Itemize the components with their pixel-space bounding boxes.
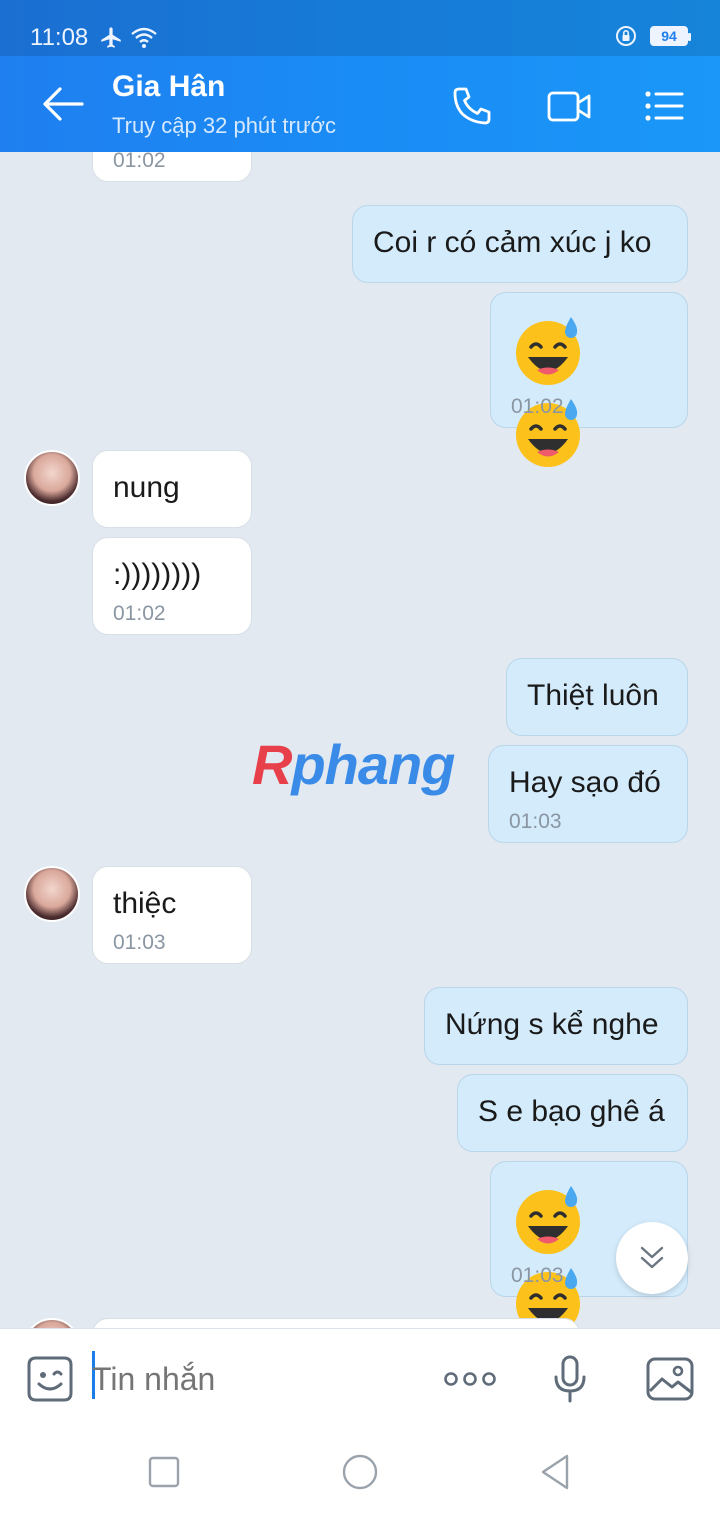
sweat-smile-emoji-icon	[516, 317, 580, 385]
avatar[interactable]	[24, 866, 80, 922]
message-text: Nứng s kể nghe	[445, 1008, 659, 1041]
microphone-icon[interactable]	[544, 1353, 596, 1405]
scroll-to-bottom-button[interactable]	[616, 1222, 688, 1294]
watermark-logo: Rphang	[252, 732, 455, 797]
message-bubble-outgoing[interactable]: S e bạo ghê á	[457, 1074, 688, 1152]
status-right: 94	[614, 24, 691, 48]
message-text: Coi r có cảm xúc j ko	[373, 226, 652, 259]
message-input-bar	[0, 1328, 720, 1428]
video-camera-icon[interactable]	[546, 84, 592, 128]
watermark-rest: phang	[291, 733, 455, 796]
message-time: 01:03	[113, 931, 166, 954]
status-icons	[98, 24, 158, 52]
chat-header: 11:08 94 Gia Hân Truy cập 32 phút trước	[0, 0, 720, 152]
message-text: :))))))))	[113, 558, 202, 591]
message-bubble-outgoing[interactable]: Nứng s kể nghe	[424, 987, 688, 1065]
message-bubble-outgoing[interactable]: Hay sạo đó 01:03	[488, 745, 688, 843]
phone-icon[interactable]	[450, 84, 494, 128]
back-nav-icon[interactable]	[536, 1452, 576, 1492]
contact-name[interactable]: Gia Hân	[112, 70, 225, 104]
message-bubble-outgoing[interactable]: Coi r có cảm xúc j ko	[352, 205, 688, 283]
status-bar: 11:08 94	[0, 0, 720, 56]
list-menu-icon[interactable]	[642, 84, 686, 128]
message-text: S e bạo ghê á	[478, 1095, 665, 1128]
message-bubble-incoming[interactable]	[92, 1318, 580, 1328]
message-bubble-outgoing[interactable]: 01:02	[490, 292, 688, 467]
airplane-icon	[101, 27, 121, 48]
message-time: 01:02	[511, 395, 564, 418]
watermark-initial: R	[252, 733, 292, 796]
more-dots-icon[interactable]	[442, 1353, 498, 1405]
message-time: 01:03	[509, 810, 562, 833]
status-time: 11:08	[30, 24, 89, 51]
message-bubble-incoming[interactable]: :)))))))) 01:02	[92, 537, 252, 635]
sweat-smile-emoji-icon	[516, 1186, 580, 1254]
double-chevron-down-icon	[640, 1246, 664, 1269]
message-text: thiệc	[113, 887, 177, 920]
battery-indicator: 94	[650, 26, 691, 46]
message-bubble-incoming[interactable]: thiệc 01:03	[92, 866, 252, 964]
system-nav-bar	[0, 1428, 720, 1520]
message-input[interactable]	[92, 1355, 412, 1403]
last-seen-status: Truy cập 32 phút trước	[112, 113, 336, 138]
image-icon[interactable]	[644, 1353, 696, 1405]
message-time: 01:03	[511, 1264, 564, 1287]
message-text: nung	[113, 471, 180, 504]
avatar[interactable]	[24, 1318, 80, 1328]
message-bubble-incoming[interactable]: 01:02	[92, 152, 252, 182]
sticker-smile-icon[interactable]	[24, 1353, 76, 1405]
message-time: 01:02	[113, 152, 166, 172]
recent-apps-icon[interactable]	[144, 1452, 184, 1492]
chat-area[interactable]: 01:02 Coi r có cảm xúc j ko 01:02 nung :…	[0, 152, 720, 1328]
message-text: Hay sạo đó	[509, 766, 661, 799]
home-icon[interactable]	[340, 1452, 380, 1492]
wifi-icon	[131, 27, 157, 48]
message-text: Thiệt luôn	[527, 679, 659, 712]
rotation-lock-icon	[616, 26, 636, 46]
arrow-left-icon[interactable]	[40, 84, 86, 124]
message-bubble-outgoing[interactable]: Thiệt luôn	[506, 658, 688, 736]
message-bubble-incoming[interactable]: nung	[92, 450, 252, 528]
message-time: 01:02	[113, 602, 166, 625]
avatar[interactable]	[24, 450, 80, 506]
